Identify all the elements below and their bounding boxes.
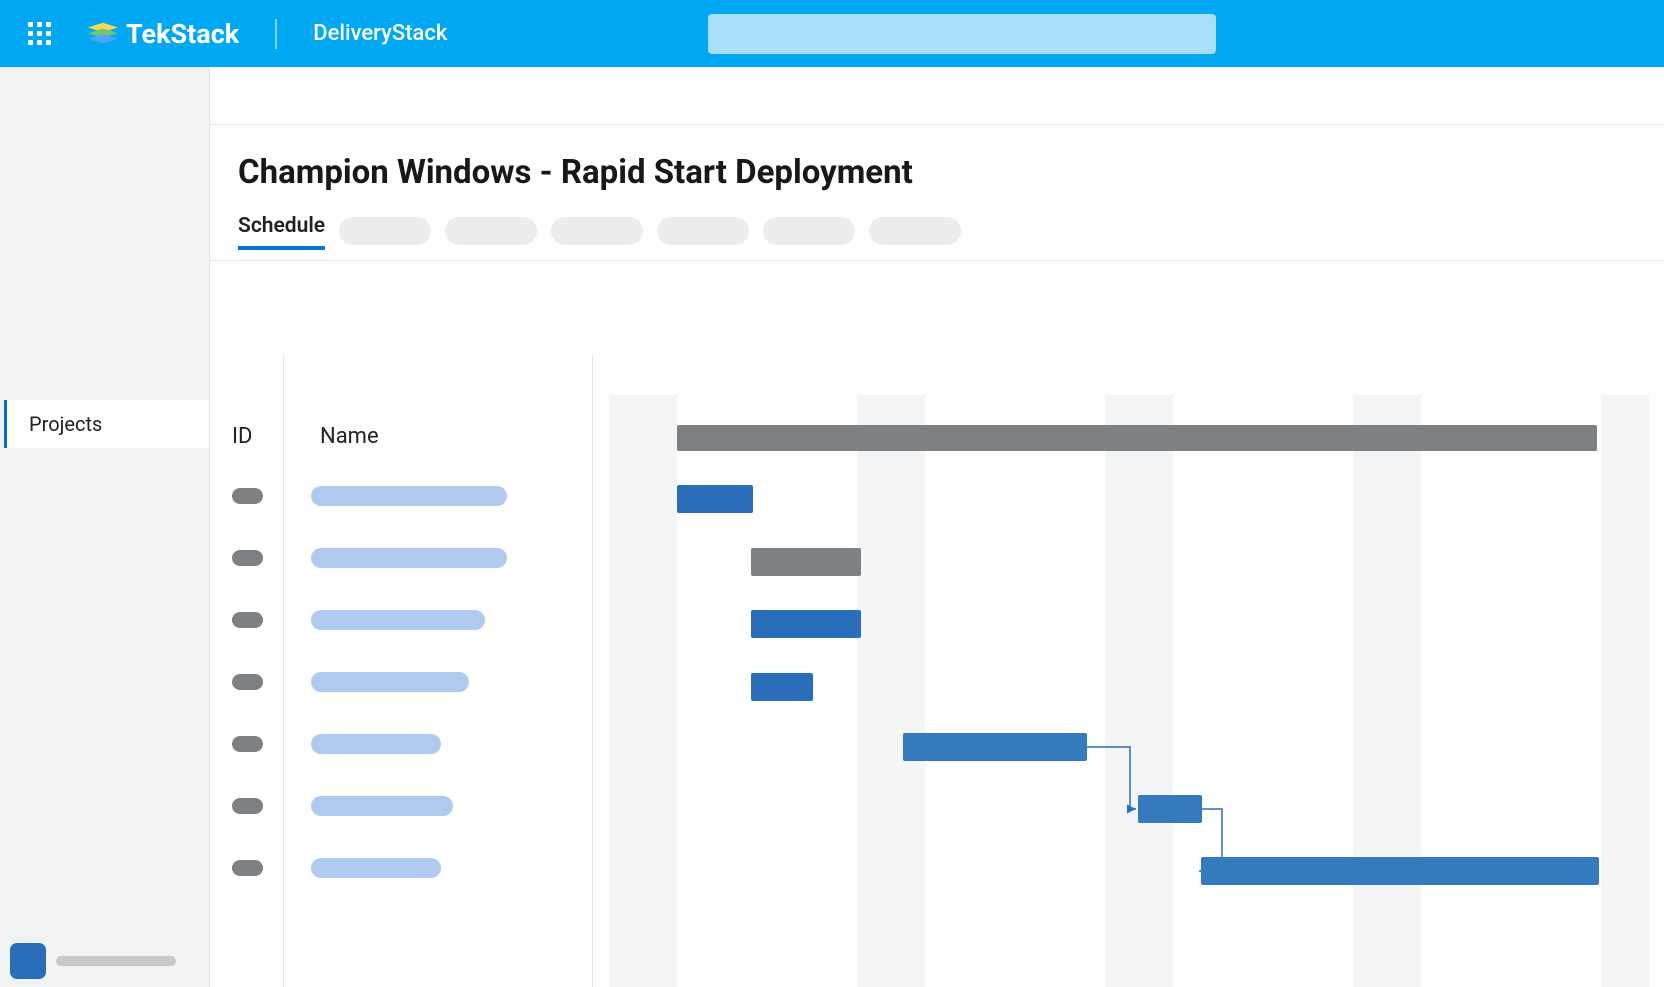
project-header: Champion Windows - Rapid Start Deploymen…	[210, 125, 1664, 212]
timeline-weekend-column	[1601, 395, 1649, 987]
task-row[interactable]	[210, 837, 592, 899]
task-row[interactable]	[210, 713, 592, 775]
task-id-placeholder	[232, 612, 263, 628]
gantt-timeline[interactable]	[593, 355, 1664, 987]
task-name-placeholder	[311, 734, 441, 754]
gantt-columns-header: ID Name	[210, 355, 592, 465]
sidebar-item-projects[interactable]: Projects	[4, 400, 209, 448]
task-name-placeholder	[311, 796, 453, 816]
tab-schedule[interactable]: Schedule	[238, 212, 325, 250]
brand-logo[interactable]: TekStack	[88, 18, 239, 50]
task-name-placeholder	[311, 672, 469, 692]
task-id-placeholder	[232, 488, 263, 504]
gantt-bar[interactable]	[1201, 857, 1599, 885]
gantt-bar[interactable]	[677, 425, 1597, 451]
task-id-placeholder	[232, 798, 263, 814]
sidebar-footer-icon	[10, 943, 46, 979]
tab-placeholder[interactable]	[869, 217, 961, 245]
project-title: Champion Windows - Rapid Start Deploymen…	[238, 153, 1636, 192]
nav-divider	[275, 19, 277, 49]
gantt-bar[interactable]	[751, 610, 861, 638]
apps-menu-icon[interactable]	[28, 22, 52, 46]
top-navbar: TekStack DeliveryStack	[0, 0, 1664, 67]
stack-icon	[88, 22, 118, 46]
gantt-bar[interactable]	[1138, 795, 1202, 823]
tab-placeholder[interactable]	[551, 217, 643, 245]
task-row[interactable]	[210, 465, 592, 527]
task-id-placeholder	[232, 674, 263, 690]
task-name-placeholder	[311, 486, 507, 506]
sidebar-footer[interactable]	[10, 943, 176, 979]
tab-placeholder[interactable]	[445, 217, 537, 245]
left-sidebar: Projects	[0, 67, 210, 987]
timeline-weekend-column	[857, 395, 925, 987]
task-row[interactable]	[210, 527, 592, 589]
tabs: Schedule	[210, 212, 1664, 261]
tab-placeholder[interactable]	[657, 217, 749, 245]
task-name-placeholder	[311, 858, 441, 878]
tab-placeholder[interactable]	[339, 217, 431, 245]
column-id-header: ID	[232, 424, 272, 449]
gantt-chart: ID Name	[210, 355, 1664, 987]
task-row[interactable]	[210, 589, 592, 651]
tab-placeholder[interactable]	[763, 217, 855, 245]
gantt-bar[interactable]	[903, 733, 1087, 761]
task-name-placeholder	[311, 548, 507, 568]
sidebar-footer-placeholder	[56, 956, 176, 966]
gantt-task-list: ID Name	[210, 355, 593, 987]
sidebar-item-label: Projects	[29, 412, 102, 436]
task-row[interactable]	[210, 651, 592, 713]
task-id-placeholder	[232, 736, 263, 752]
task-row[interactable]	[210, 775, 592, 837]
task-id-placeholder	[232, 860, 263, 876]
main-content: Champion Windows - Rapid Start Deploymen…	[210, 67, 1664, 987]
breadcrumb-row	[210, 67, 1664, 125]
column-divider	[283, 355, 284, 987]
timeline-weekend-column	[1105, 395, 1173, 987]
task-name-placeholder	[311, 610, 485, 630]
column-name-header: Name	[320, 424, 379, 449]
brand-name: TekStack	[126, 18, 239, 50]
timeline-weekend-column	[1353, 395, 1421, 987]
timeline-weekend-column	[609, 395, 677, 987]
gantt-bar[interactable]	[677, 485, 753, 513]
module-name[interactable]: DeliveryStack	[313, 21, 447, 46]
gantt-bar[interactable]	[751, 548, 861, 576]
gantt-bar[interactable]	[751, 673, 813, 701]
task-id-placeholder	[232, 550, 263, 566]
search-input[interactable]	[708, 14, 1216, 54]
